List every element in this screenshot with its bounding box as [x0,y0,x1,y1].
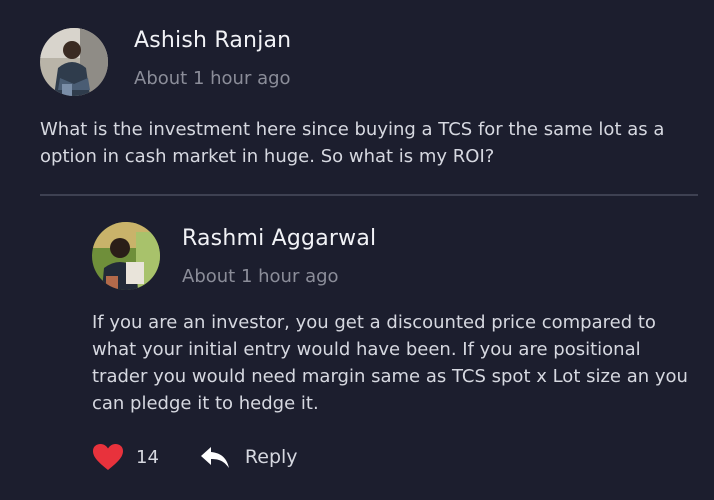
comment-timestamp: About 1 hour ago [134,68,291,89]
reply-label: Reply [244,446,298,468]
comment-text: What is the investment here since buying… [40,119,665,167]
avatar-photo [92,222,160,290]
like-count: 14 [136,446,159,468]
reply-author[interactable]: Rashmi Aggarwal [182,226,376,251]
reply-timestamp: About 1 hour ago [182,266,339,287]
reply-arrow-icon [200,447,229,468]
comment-divider [40,194,698,196]
like-button[interactable]: 14 [92,443,159,471]
comment-author[interactable]: Ashish Ranjan [134,28,291,53]
reply-actions: 14 Reply [92,440,298,474]
heart-icon [93,444,123,470]
reply-text: If you are an investor, you get a discou… [92,312,688,414]
reply-button[interactable]: Reply [199,444,298,470]
avatar-rashmi[interactable] [92,222,160,290]
avatar-ashish[interactable] [40,28,108,96]
avatar-photo [40,28,108,96]
